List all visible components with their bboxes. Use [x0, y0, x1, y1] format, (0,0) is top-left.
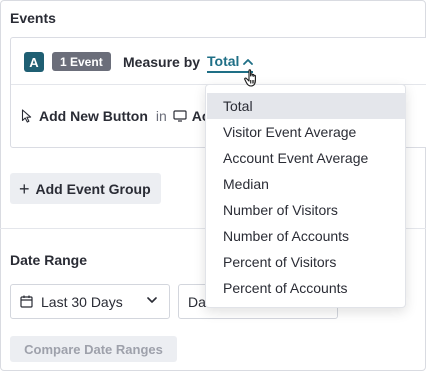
measure-by-value: Total [207, 53, 240, 69]
measure-option-number-of-accounts[interactable]: Number of Accounts [207, 223, 406, 249]
compare-date-ranges-button[interactable]: Compare Date Ranges [10, 336, 177, 362]
add-event-group-label: Add Event Group [35, 180, 151, 197]
measure-option-visitor-event-average[interactable]: Visitor Event Average [207, 119, 406, 145]
event-count-badge: 1 Event [52, 52, 111, 71]
measure-option-percent-of-accounts[interactable]: Percent of Accounts [207, 275, 406, 301]
plus-icon: + [19, 178, 30, 199]
chevron-up-icon [243, 58, 254, 65]
chevron-down-icon [147, 297, 157, 303]
measure-option-percent-of-visitors[interactable]: Percent of Visitors [207, 249, 406, 275]
event-name[interactable]: Add New Button [39, 108, 148, 124]
measure-option-total[interactable]: Total [207, 93, 406, 119]
pointer-cursor-icon [21, 109, 32, 123]
events-section-title: Events [10, 10, 56, 26]
measure-option-account-event-average[interactable]: Account Event Average [207, 145, 406, 171]
hand-cursor-icon [244, 69, 256, 87]
in-label: in [155, 108, 167, 124]
measure-option-number-of-visitors[interactable]: Number of Visitors [207, 197, 406, 223]
calendar-icon [20, 295, 33, 308]
measure-by-label: Measure by [123, 54, 201, 70]
date-range-select[interactable]: Last 30 Days [10, 284, 170, 319]
date-range-title: Date Range [10, 252, 88, 268]
date-range-value: Last 30 Days [41, 293, 123, 310]
measure-by-dropdown-menu: Total Visitor Event Average Account Even… [205, 84, 406, 308]
date-secondary-value: Da [188, 293, 206, 310]
event-letter-badge: A [24, 52, 44, 72]
monitor-icon [173, 110, 187, 122]
event-row[interactable]: Add New Button in Ac [21, 108, 210, 124]
measure-option-median[interactable]: Median [207, 171, 406, 197]
add-event-group-button[interactable]: + Add Event Group [10, 173, 161, 204]
